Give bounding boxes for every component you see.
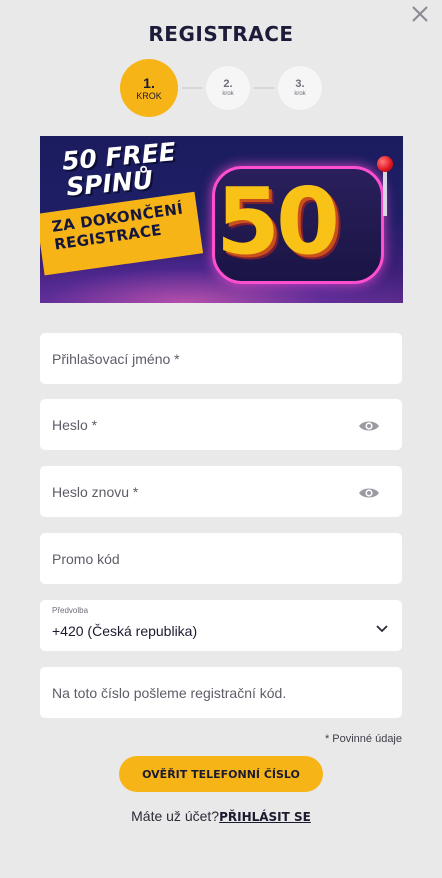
- slot-lever: [383, 166, 387, 216]
- promo-banner: 50 50 FREE SPINŮ ZA DOKONČENÍ REGISTRACE: [40, 136, 403, 303]
- slot-lever-ball: [377, 156, 393, 172]
- banner-headline: 50 FREE SPINŮ: [61, 137, 179, 202]
- username-field[interactable]: Přihlašovací jméno *: [40, 333, 402, 384]
- eye-icon[interactable]: [358, 419, 380, 433]
- required-note: * Povinné údaje: [324, 733, 402, 745]
- eye-icon[interactable]: [358, 486, 380, 500]
- step-label: KROK: [136, 90, 162, 101]
- verify-phone-button[interactable]: OVĚŘIT TELEFONNÍ ČÍSLO: [119, 756, 323, 792]
- step-2: 2. krok: [206, 66, 250, 110]
- close-icon[interactable]: [410, 4, 430, 24]
- promo-code-placeholder: Promo kód: [52, 550, 120, 567]
- password-field[interactable]: Heslo *: [40, 399, 402, 450]
- login-prompt: Máte už účet?PŘIHLÁSIT SE: [0, 808, 442, 824]
- registration-steps: 1. KROK 2. krok 3. krok: [120, 59, 324, 117]
- login-link[interactable]: PŘIHLÁSIT SE: [219, 810, 311, 824]
- step-3: 3. krok: [278, 66, 322, 110]
- step-label: krok: [222, 91, 234, 97]
- promo-code-field[interactable]: Promo kód: [40, 533, 402, 584]
- prefix-value: +420 (Česká republika): [52, 623, 198, 639]
- password-repeat-field[interactable]: Heslo znovu *: [40, 466, 402, 517]
- step-label: krok: [294, 91, 306, 97]
- phone-number-field[interactable]: Na toto číslo pošleme registrační kód.: [40, 667, 402, 718]
- banner-big-number: 50: [216, 168, 340, 275]
- prefix-label: Předvolba: [52, 606, 89, 615]
- password-placeholder: Heslo *: [52, 416, 98, 433]
- step-number: 2.: [223, 78, 233, 90]
- have-account-text: Máte už účet?: [131, 808, 220, 824]
- step-number: 3.: [295, 78, 305, 90]
- step-connector: [182, 87, 202, 89]
- page-title: REGISTRACE: [148, 22, 294, 46]
- password-repeat-placeholder: Heslo znovu *: [52, 483, 139, 500]
- username-placeholder: Přihlašovací jméno *: [52, 350, 180, 367]
- phone-prefix-select[interactable]: Předvolba +420 (Česká republika): [40, 600, 402, 651]
- chevron-down-icon: [376, 620, 388, 633]
- phone-number-placeholder: Na toto číslo pošleme registrační kód.: [52, 684, 287, 701]
- step-number: 1.: [143, 74, 155, 91]
- step-1: 1. KROK: [120, 59, 178, 117]
- step-connector: [254, 87, 274, 89]
